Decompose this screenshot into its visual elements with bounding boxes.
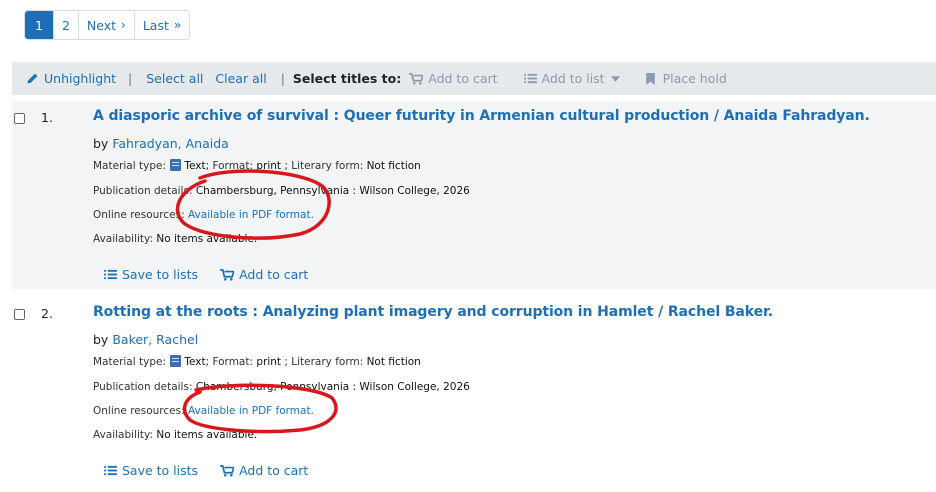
result-byline: by Baker, Rachel — [93, 332, 198, 347]
unhighlight-button[interactable]: Unhighlight — [26, 71, 116, 86]
format-value: print — [256, 356, 282, 368]
literary-form-label: ; Literary form: — [284, 160, 364, 172]
online-resources-line: Online resources: Available in PDF forma… — [93, 209, 314, 221]
online-resources-label: Online resources: — [93, 209, 185, 221]
availability-line: Availability: No items available. — [93, 429, 257, 441]
save-to-lists-label: Save to lists — [122, 267, 199, 282]
availability-value: No items available. — [156, 233, 258, 245]
author-link[interactable]: Baker, Rachel — [112, 332, 198, 347]
literary-form-value: Not fiction — [366, 160, 421, 172]
toolbar-divider: | — [128, 71, 133, 86]
result-number: 1. — [41, 110, 53, 125]
pencil-icon — [27, 73, 38, 84]
save-to-lists-label: Save to lists — [122, 463, 199, 478]
availability-value: No items available. — [156, 429, 258, 441]
material-type-value: Text — [184, 160, 206, 172]
toolbar-divider-2: | — [280, 71, 285, 86]
result-byline: by Fahradyan, Anaida — [93, 136, 229, 151]
literary-form-value: Not fiction — [366, 356, 421, 368]
add-to-cart-button[interactable]: Add to cart — [220, 267, 308, 282]
list-icon — [104, 465, 117, 476]
page-1-label: 1 — [35, 17, 43, 33]
by-label: by — [93, 136, 109, 151]
material-type-line: Material type: Text; Format: print ; Lit… — [93, 355, 421, 368]
add-to-cart-button[interactable]: Add to cart — [220, 463, 308, 478]
pagination: 1 2 Next › Last » — [24, 10, 191, 40]
last-page-button[interactable]: Last » — [135, 11, 189, 39]
page-1-button[interactable]: 1 — [25, 11, 54, 39]
book-icon — [170, 159, 182, 171]
unhighlight-label: Unhighlight — [44, 71, 117, 86]
double-chevron-right-icon: » — [173, 18, 182, 32]
pdf-link[interactable]: Available in PDF format. — [188, 209, 314, 221]
result-actions: Save to lists Add to cart — [104, 463, 330, 478]
bookmark-icon — [645, 72, 655, 85]
publication-label: Publication details: — [93, 185, 193, 197]
add-to-cart-label: Add to cart — [239, 463, 309, 478]
availability-line: Availability: No items available. — [93, 233, 257, 245]
book-icon — [170, 355, 182, 367]
clear-all-link[interactable]: Clear all — [215, 71, 266, 86]
material-type-line: Material type: Text; Format: print ; Lit… — [93, 159, 421, 172]
result-item: 1. A diasporic archive of survival : Que… — [12, 101, 936, 289]
select-all-link[interactable]: Select all — [146, 71, 203, 86]
online-resources-label: Online resources: — [93, 405, 185, 417]
format-value: print — [256, 160, 282, 172]
publication-label: Publication details: — [93, 381, 193, 393]
format-label: ; Format: — [205, 160, 254, 172]
page-2-label: 2 — [61, 17, 70, 33]
list-icon — [104, 269, 117, 280]
material-type-value: Text — [184, 356, 206, 368]
toolbar-add-to-cart-button[interactable]: Add to cart — [409, 71, 498, 86]
add-to-list-label: Add to list — [541, 71, 605, 86]
publication-value: Chambersburg, Pennsylvania : Wilson Coll… — [195, 185, 470, 197]
list-icon — [523, 73, 537, 84]
pdf-link[interactable]: Available in PDF format. — [188, 405, 314, 417]
next-label: Next — [86, 17, 117, 33]
add-to-list-dropdown[interactable]: Add to list — [523, 71, 620, 86]
by-label: by — [93, 332, 109, 347]
result-item: 2. Rotting at the roots : Analyzing plan… — [12, 297, 936, 492]
place-hold-button[interactable]: Place hold — [645, 71, 727, 86]
save-to-lists-button[interactable]: Save to lists — [104, 463, 198, 478]
place-hold-label: Place hold — [662, 71, 727, 86]
result-title-link[interactable]: Rotting at the roots : Analyzing plant i… — [93, 304, 773, 320]
add-to-cart-label: Add to cart — [428, 71, 498, 86]
save-to-lists-button[interactable]: Save to lists — [104, 267, 198, 282]
result-number: 2. — [41, 306, 53, 321]
material-type-label: Material type: — [93, 356, 166, 368]
cart-icon — [409, 72, 424, 85]
publication-line: Publication details: Chambersburg, Penns… — [93, 185, 470, 197]
availability-label: Availability: — [93, 429, 154, 441]
availability-label: Availability: — [93, 233, 154, 245]
online-resources-line: Online resources: Available in PDF forma… — [93, 405, 314, 417]
results-toolbar: Unhighlight | Select all Clear all | Sel… — [12, 62, 936, 95]
result-title-link[interactable]: A diasporic archive of survival : Queer … — [93, 108, 870, 124]
last-label: Last — [142, 17, 169, 33]
chevron-right-icon: › — [121, 18, 126, 32]
result-checkbox[interactable] — [14, 113, 25, 124]
literary-form-label: ; Literary form: — [284, 356, 364, 368]
result-checkbox[interactable] — [14, 309, 25, 320]
page-2-button[interactable]: 2 — [54, 11, 79, 39]
format-label: ; Format: — [205, 356, 254, 368]
cart-icon — [220, 268, 235, 281]
result-actions: Save to lists Add to cart — [104, 267, 330, 282]
publication-value: Chambersburg, Pennsylvania : Wilson Coll… — [195, 381, 470, 393]
add-to-cart-label: Add to cart — [239, 267, 309, 282]
material-type-label: Material type: — [93, 160, 166, 172]
select-titles-label: Select titles to: — [292, 71, 402, 86]
author-link[interactable]: Fahradyan, Anaida — [112, 136, 229, 151]
cart-icon — [220, 464, 235, 477]
caret-down-icon — [610, 75, 620, 82]
next-page-button[interactable]: Next › — [79, 11, 135, 39]
publication-line: Publication details: Chambersburg, Penns… — [93, 381, 470, 393]
